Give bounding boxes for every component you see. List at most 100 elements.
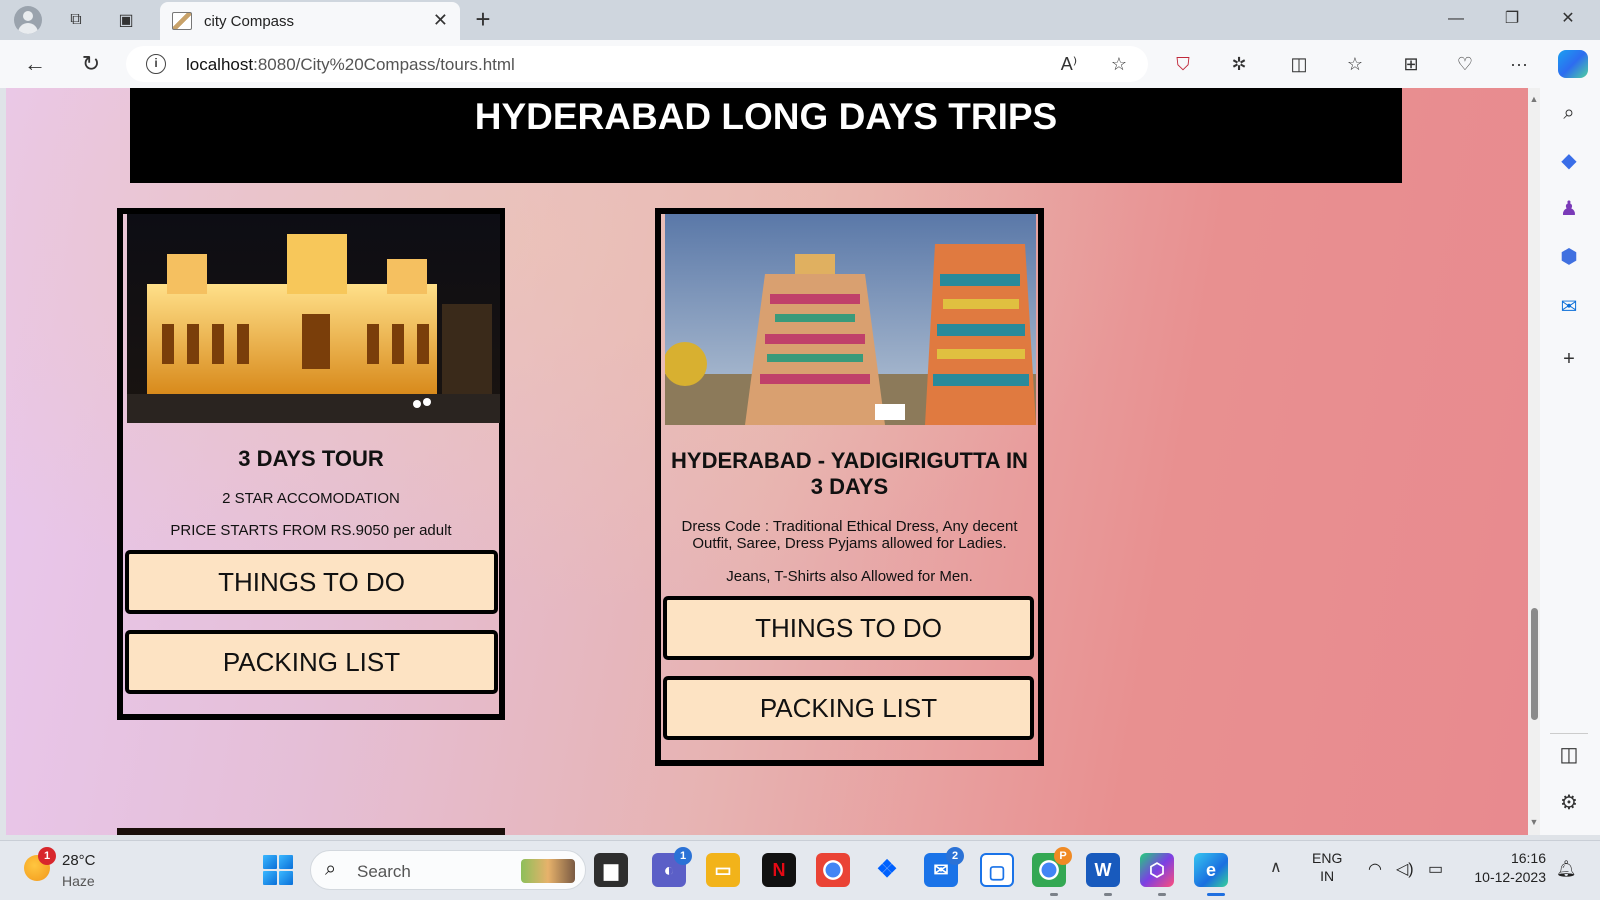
page-title: HYDERABAD LONG DAYS TRIPS (474, 96, 1058, 137)
start-tile-icon (263, 855, 277, 869)
start-tile-icon (279, 855, 293, 869)
close-window-button[interactable]: ✕ (1546, 4, 1590, 34)
accommodation-text: 2 STAR ACCOMODATION (222, 490, 400, 507)
clock-date: 10-12-2023 (1474, 869, 1546, 885)
search-label: Search (357, 862, 411, 881)
edge-sidebar: ⌕ ◆ ♟ ⬢ ✉ + ◫ ⚙ (1540, 88, 1600, 835)
browser-tab-bar: ⧉ ▣ city Compass ✕ + — ❐ ✕ (0, 0, 1600, 40)
url-host: localhost (186, 55, 254, 74)
start-tile-icon (263, 871, 277, 885)
word-icon[interactable]: W (1086, 853, 1120, 887)
tour-card-3-days: 3 DAYS TOUR 2 STAR ACCOMODATION PRICE ST… (117, 208, 505, 720)
split-screen-icon[interactable]: ◫ (1284, 50, 1314, 78)
shield-extension-icon[interactable]: ⛉ (1168, 50, 1198, 78)
battery-icon[interactable]: ▭ (1428, 859, 1443, 879)
back-icon[interactable]: ← (20, 50, 50, 78)
volume-icon[interactable]: ◁) (1396, 859, 1414, 879)
tab-city-compass[interactable]: city Compass ✕ (160, 2, 460, 40)
browser-toolbar: ← ↻ i localhost:8080/City%20Compass/tour… (0, 40, 1600, 88)
notifications-bell-icon[interactable]: 🔔︎ (1556, 859, 1576, 879)
palace-image (127, 214, 500, 423)
dropbox-icon[interactable]: ❖ (870, 853, 904, 887)
running-indicator (1158, 893, 1166, 896)
sidebar-shopping-icon[interactable]: ◆ (1554, 146, 1584, 176)
copilot-icon[interactable] (1558, 50, 1588, 78)
sidebar-toggle-icon[interactable]: ◫ (1554, 740, 1584, 770)
next-card-edge (117, 828, 505, 835)
mail-icon[interactable]: ✉ 2 (924, 847, 964, 887)
refresh-icon[interactable]: ↻ (76, 50, 106, 78)
system-clock[interactable]: 16:16 10-12-2023 (1466, 849, 1546, 887)
restore-button[interactable]: ❐ (1490, 4, 1534, 34)
wifi-icon[interactable]: ◠ (1368, 859, 1382, 879)
sidebar-add-icon[interactable]: + (1554, 344, 1584, 374)
edge-icon[interactable]: e (1194, 853, 1228, 887)
chrome-profile-icon[interactable]: P (1032, 847, 1072, 887)
sidebar-outlook-icon[interactable]: ✉ (1554, 292, 1584, 322)
news-app-icon[interactable]: ▢ (980, 853, 1014, 887)
weather-condition[interactable]: Haze (62, 873, 95, 889)
sidebar-games-icon[interactable]: ♟ (1554, 194, 1584, 224)
vertical-tabs-icon[interactable]: ▣ (112, 6, 140, 34)
url-text[interactable]: localhost:8080/City%20Compass/tours.html (186, 55, 515, 75)
page-scrollbar[interactable]: ▲ ▼ (1528, 88, 1540, 835)
sidebar-search-icon[interactable]: ⌕ (1554, 98, 1584, 128)
collections-icon[interactable]: ⊞ (1396, 50, 1426, 78)
search-highlight-image (521, 859, 575, 883)
start-tile-icon (279, 871, 293, 885)
store-hex-icon[interactable]: ⬡ (1140, 853, 1174, 887)
price-text: PRICE STARTS FROM RS.9050 per adult (170, 522, 452, 539)
profile-avatar-icon[interactable] (14, 6, 42, 34)
favorite-star-icon[interactable]: ☆ (1106, 52, 1132, 76)
windows-taskbar: 1 28°C Haze ⌕ Search ▆ ◐ 1 ▭ N ❖ ✉ 2 ▢ P… (0, 840, 1600, 900)
things-to-do-button[interactable]: THINGS TO DO (663, 596, 1034, 660)
netflix-icon[interactable]: N (762, 853, 796, 887)
workspaces-icon[interactable]: ⧉ (62, 6, 90, 34)
show-hidden-icons-chevron-icon[interactable]: ∧ (1270, 857, 1282, 877)
clock-time: 16:16 (1510, 850, 1546, 866)
taskbar-search[interactable]: ⌕ Search (310, 850, 586, 890)
card-title: 3 DAYS TOUR (238, 446, 384, 471)
start-button[interactable] (263, 855, 293, 885)
page-header: HYDERABAD LONG DAYS TRIPS (130, 88, 1402, 183)
task-view-icon[interactable]: ▆ (594, 853, 628, 887)
language-code: ENG (1312, 850, 1343, 866)
search-icon: ⌕ (325, 858, 337, 880)
card-title: HYDERABAD - YADIGIRIGUTTA IN 3 DAYS (671, 448, 1028, 499)
temple-image (665, 214, 1036, 425)
teams-icon[interactable]: ◐ 1 (652, 847, 692, 887)
language-indicator[interactable]: ENG IN (1312, 849, 1342, 885)
more-menu-icon[interactable]: ··· (1504, 50, 1534, 78)
tour-card-yadigirigutta: HYDERABAD - YADIGIRIGUTTA IN 3 DAYS Dres… (655, 208, 1044, 766)
sidebar-settings-icon[interactable]: ⚙ (1554, 788, 1584, 818)
site-info-icon[interactable]: i (146, 54, 166, 74)
packing-list-button[interactable]: PACKING LIST (663, 676, 1034, 740)
packing-list-button[interactable]: PACKING LIST (125, 630, 498, 694)
men-dress-text: Jeans, T-Shirts also Allowed for Men. (726, 568, 973, 585)
extensions-icon[interactable]: ✲ (1224, 50, 1254, 78)
scroll-thumb[interactable] (1531, 608, 1538, 720)
teams-badge: 1 (674, 847, 692, 865)
browser-essentials-icon[interactable]: ♡ (1450, 50, 1480, 78)
running-indicator (1050, 893, 1058, 896)
weather-badge: 1 (38, 847, 56, 865)
new-tab-button[interactable]: + (468, 4, 498, 34)
file-explorer-icon[interactable]: ▭ (706, 853, 740, 887)
minimize-button[interactable]: — (1434, 4, 1478, 34)
dress-code-text: Dress Code : Traditional Ethical Dress, … (681, 518, 1018, 552)
sidebar-office-icon[interactable]: ⬢ (1554, 242, 1584, 272)
scroll-up-arrow-icon[interactable]: ▲ (1528, 94, 1540, 106)
scroll-down-arrow-icon[interactable]: ▼ (1528, 817, 1540, 829)
tab-favicon-icon (172, 12, 192, 30)
mail-badge: 2 (946, 847, 964, 865)
things-to-do-button[interactable]: THINGS TO DO (125, 550, 498, 614)
weather-temperature[interactable]: 28°C (62, 852, 96, 869)
chrome-icon[interactable] (816, 853, 850, 887)
tab-title: city Compass (204, 13, 295, 30)
url-path: :8080/City%20Compass/tours.html (253, 55, 515, 74)
tab-close-icon[interactable]: ✕ (433, 10, 448, 31)
address-bar[interactable]: i localhost:8080/City%20Compass/tours.ht… (126, 46, 1148, 82)
favorites-icon[interactable]: ☆ (1340, 50, 1370, 78)
web-page-viewport: HYDERABAD LONG DAYS TRIPS 3 DAYS TOUR 2 … (6, 88, 1528, 835)
read-aloud-icon[interactable]: A⁾ (1056, 52, 1082, 76)
